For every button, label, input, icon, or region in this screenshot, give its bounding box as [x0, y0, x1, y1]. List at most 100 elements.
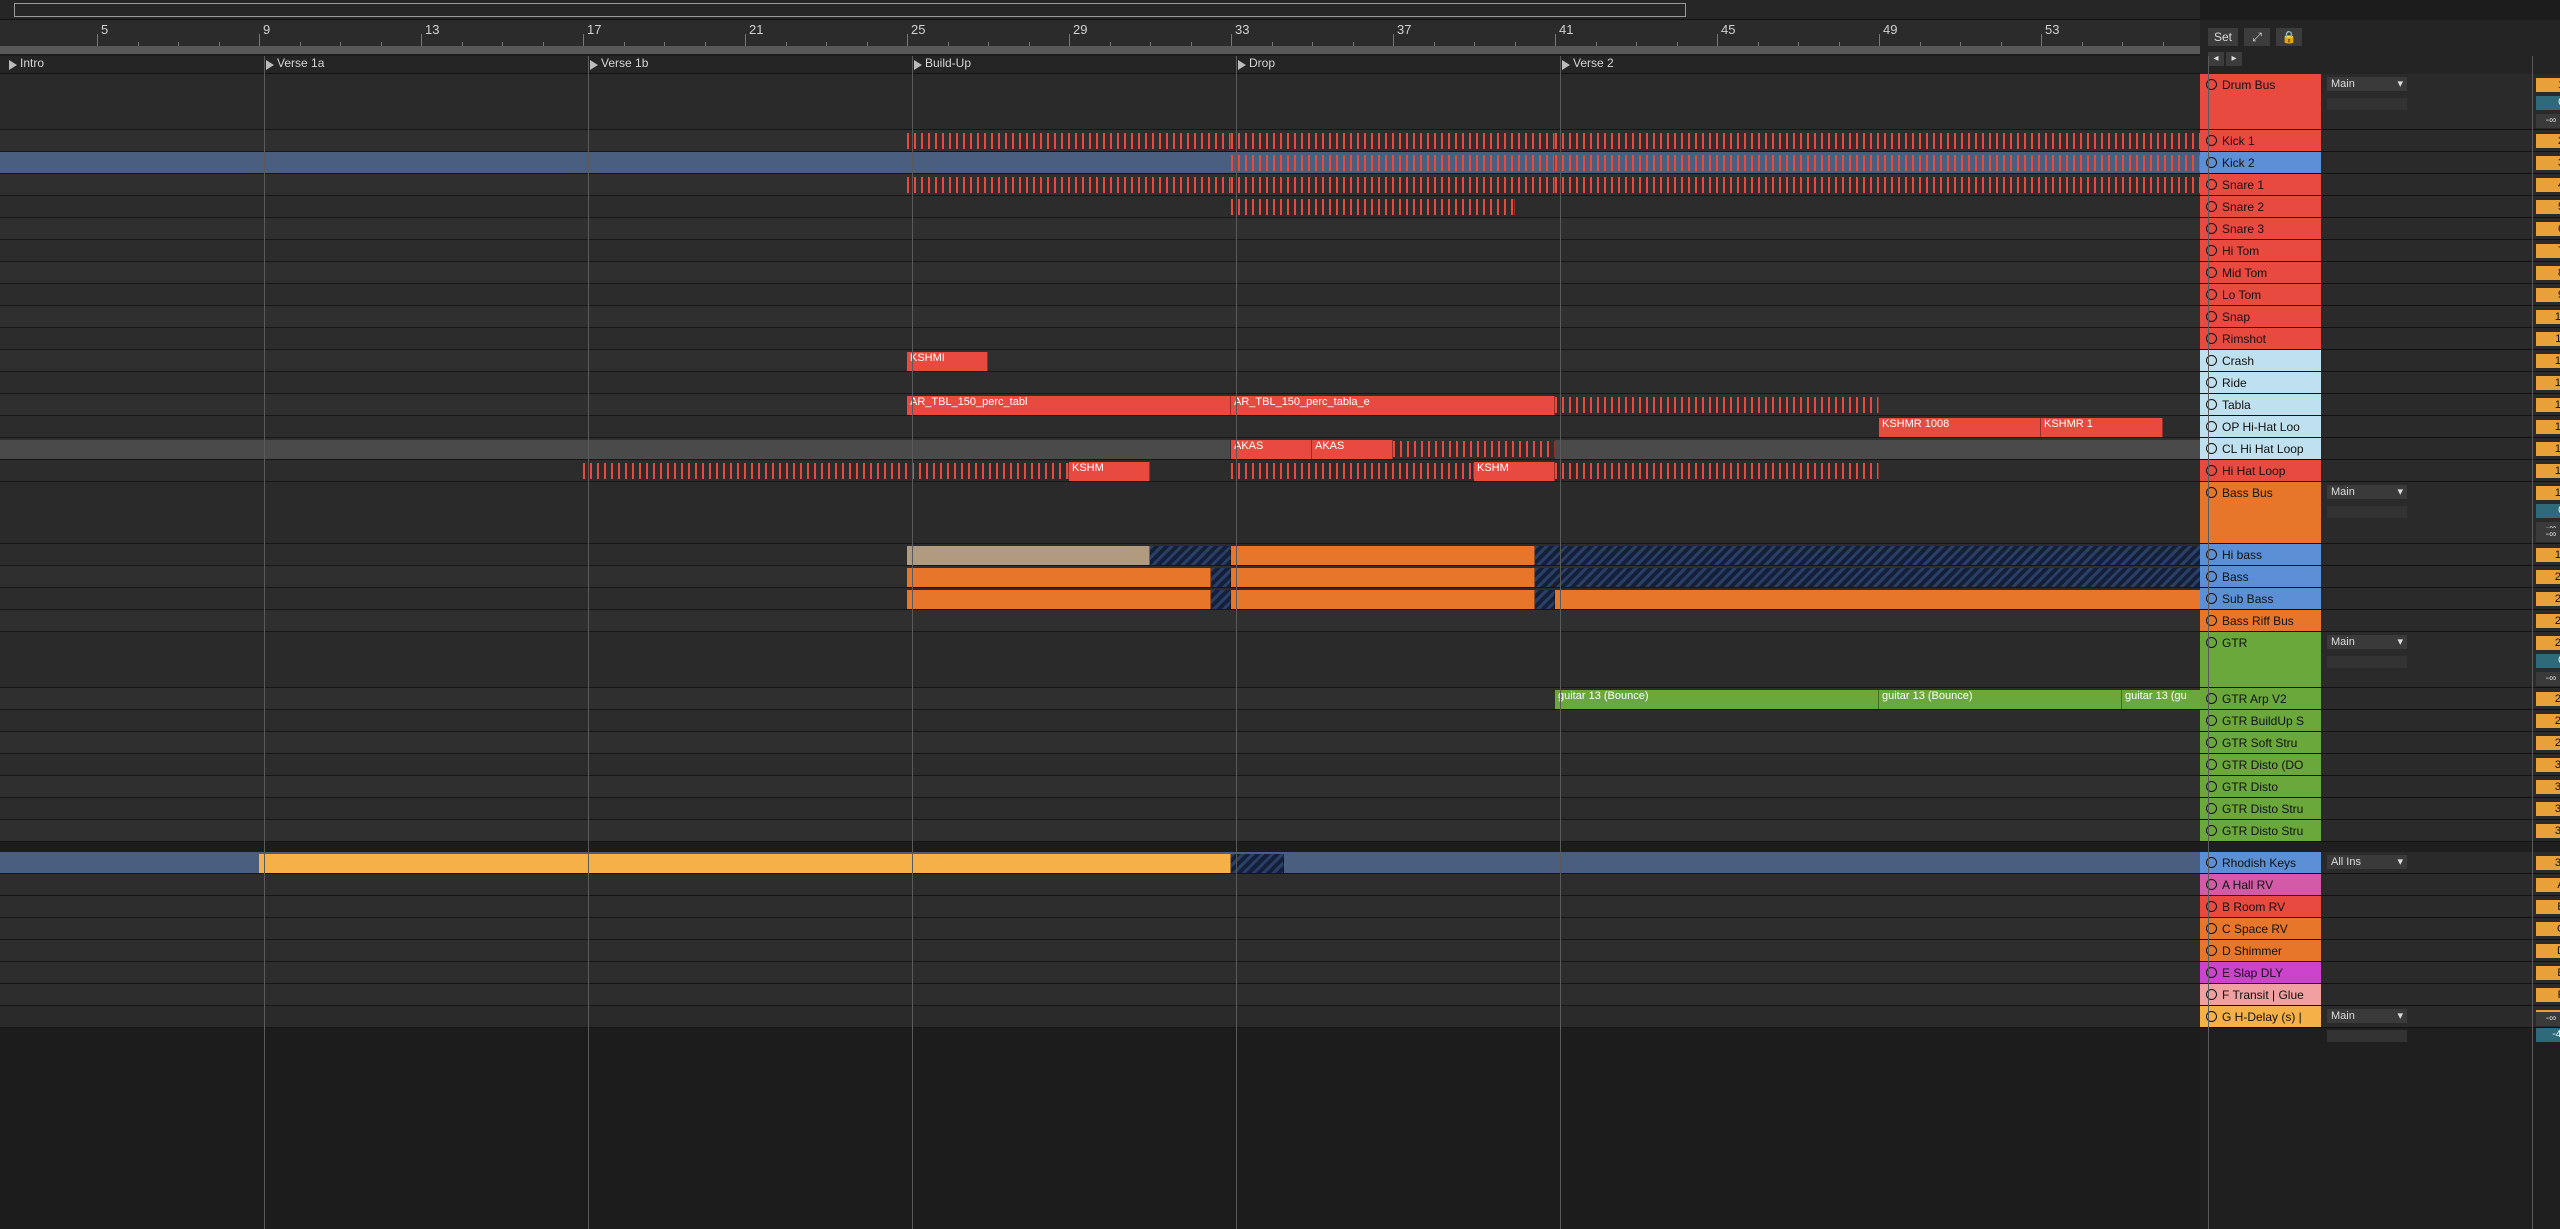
expand-icon[interactable]: ⤢ [2244, 28, 2270, 46]
track-number-button[interactable]: 30 [2536, 758, 2560, 772]
beat-time-ruler[interactable]: 5913172125293337414549535761656973778185… [0, 20, 2545, 48]
track-header[interactable]: G H-Delay (s) | MainGSPost-4.8C-∞-∞0-9.0-… [2200, 1006, 2560, 1042]
track-header[interactable]: GTR Arp V2 27S [2200, 688, 2560, 710]
track-header[interactable]: Mid Tom 8S [2200, 262, 2560, 284]
track-name[interactable]: CL Hi Hat Loop [2200, 438, 2321, 459]
track-number-button[interactable]: 14 [2536, 398, 2560, 412]
sub-routing-select[interactable] [2327, 1030, 2407, 1042]
arrangement-lane[interactable] [0, 218, 2200, 240]
track-header[interactable]: Bass Riff Bus 22S [2200, 610, 2560, 632]
track-name[interactable]: Kick 1 [2200, 130, 2321, 151]
clip[interactable] [907, 568, 1211, 587]
track-number-button[interactable]: 22 [2536, 614, 2560, 628]
arrangement-lane[interactable] [0, 306, 2200, 328]
clip[interactable] [1534, 590, 1555, 609]
track-number-button[interactable]: 4 [2536, 178, 2560, 192]
track-name[interactable]: GTR BuildUp S [2200, 710, 2321, 731]
locator-intro[interactable]: Intro [6, 56, 44, 74]
track-header[interactable]: Snare 3 6S [2200, 218, 2560, 240]
volume-value[interactable]: -4.8 [2536, 1028, 2560, 1042]
track-name[interactable]: Snare 1 [2200, 174, 2321, 195]
track-number-button[interactable]: 15 [2536, 420, 2560, 434]
clip-hits[interactable] [907, 133, 1231, 149]
track-number-button[interactable]: 3 [2536, 156, 2560, 170]
locator-triangle-icon[interactable] [1238, 60, 1246, 70]
clip-hits[interactable] [1555, 155, 2200, 171]
volume-value[interactable]: 0 [2536, 654, 2560, 668]
clip[interactable]: KSHM [1474, 462, 1555, 481]
locator-triangle-icon[interactable] [1562, 60, 1570, 70]
track-header[interactable]: OP Hi-Hat Loo 15S [2200, 416, 2560, 438]
track-name[interactable]: Ride [2200, 372, 2321, 393]
clip[interactable]: KSHMI [907, 352, 988, 371]
send-level-value[interactable]: -∞ [2536, 1012, 2560, 1026]
track-name[interactable]: F Transit | Glue [2200, 984, 2321, 1005]
track-number-button[interactable]: 20 [2536, 570, 2560, 584]
track-header[interactable]: GTR Disto Stru 33S [2200, 820, 2560, 842]
track-header[interactable]: Hi Hat Loop 17S [2200, 460, 2560, 482]
arrangement-lane[interactable] [0, 416, 2200, 438]
arrangement-lane[interactable] [0, 732, 2200, 754]
track-number-button[interactable]: 5 [2536, 200, 2560, 214]
locator-triangle-icon[interactable] [590, 60, 598, 70]
track-name[interactable]: Bass Bus [2200, 482, 2321, 543]
lock-icon[interactable]: 🔒 [2276, 28, 2302, 46]
track-name[interactable]: GTR Disto [2200, 776, 2321, 797]
arrangement-lane[interactable] [0, 284, 2200, 306]
clip[interactable] [1210, 568, 1231, 587]
output-routing-select[interactable]: Main [2327, 485, 2407, 499]
clip[interactable]: guitar 13 (Bounce) [1555, 690, 1879, 709]
arrangement-lane[interactable] [0, 896, 2200, 918]
track-number-button[interactable]: 34 [2536, 856, 2560, 870]
track-name[interactable]: Tabla [2200, 394, 2321, 415]
clip[interactable] [1231, 590, 1535, 609]
track-number-button[interactable]: 12 [2536, 354, 2560, 368]
arrangement-lane[interactable] [0, 372, 2200, 394]
track-header[interactable]: Lo Tom 9S [2200, 284, 2560, 306]
arrangement-lane[interactable] [0, 754, 2200, 776]
track-header[interactable]: GTR Disto 31S [2200, 776, 2560, 798]
track-header[interactable]: Kick 1 2S [2200, 130, 2560, 152]
overview-visible-frame[interactable] [14, 3, 1686, 17]
clip[interactable] [907, 590, 1211, 609]
track-header[interactable]: Crash 12S [2200, 350, 2560, 372]
track-name[interactable]: D Shimmer [2200, 940, 2321, 961]
clip[interactable] [1534, 546, 2200, 565]
arrangement-lane[interactable] [0, 632, 2200, 688]
track-name[interactable]: A Hall RV [2200, 874, 2321, 895]
arrangement-lane[interactable] [0, 240, 2200, 262]
track-number-button[interactable]: 6 [2536, 222, 2560, 236]
output-routing-select[interactable]: Main [2327, 77, 2407, 91]
track-number-button[interactable]: 8 [2536, 266, 2560, 280]
clip-hits[interactable] [1555, 397, 1879, 413]
clip[interactable]: AR_TBL_150_perc_tabl [907, 396, 1231, 415]
clip[interactable]: AKAS [1231, 440, 1312, 459]
track-header[interactable]: Bass BusMain18S0C-∞-∞-∞-∞-∞-∞-∞ [2200, 482, 2560, 544]
arrangement-lane[interactable] [0, 350, 2200, 372]
arrangement-lane[interactable] [0, 798, 2200, 820]
nav-forward-icon[interactable]: ▸ [2226, 52, 2242, 66]
track-name[interactable]: Bass Riff Bus [2200, 610, 2321, 631]
volume-value[interactable]: 0 [2536, 504, 2560, 518]
track-name[interactable]: Hi bass [2200, 544, 2321, 565]
clip-hits[interactable] [1231, 155, 1555, 171]
track-number-button[interactable]: D [2536, 944, 2560, 958]
track-name[interactable]: GTR Disto Stru [2200, 820, 2321, 841]
clip[interactable]: KSHM [1069, 462, 1150, 481]
clip-hits[interactable] [1555, 177, 2200, 193]
locator-triangle-icon[interactable] [266, 60, 274, 70]
arrangement-lane[interactable] [0, 874, 2200, 896]
clip[interactable] [1555, 440, 2200, 459]
track-number-button[interactable]: 26 [2536, 636, 2560, 650]
clip-hits[interactable] [1231, 463, 1474, 479]
track-name[interactable]: Snap [2200, 306, 2321, 327]
clip[interactable]: KSHMR 1008 [1879, 418, 2041, 437]
track-name[interactable]: B Room RV [2200, 896, 2321, 917]
arrangement-lane[interactable] [0, 962, 2200, 984]
locator-build-up[interactable]: Build-Up [911, 56, 971, 74]
arrangement-lane[interactable] [0, 940, 2200, 962]
clip[interactable] [1534, 568, 2200, 587]
locator-verse-1b[interactable]: Verse 1b [587, 56, 648, 74]
track-header[interactable]: Kick 2 3S [2200, 152, 2560, 174]
output-routing-select[interactable]: All Ins [2327, 855, 2407, 869]
